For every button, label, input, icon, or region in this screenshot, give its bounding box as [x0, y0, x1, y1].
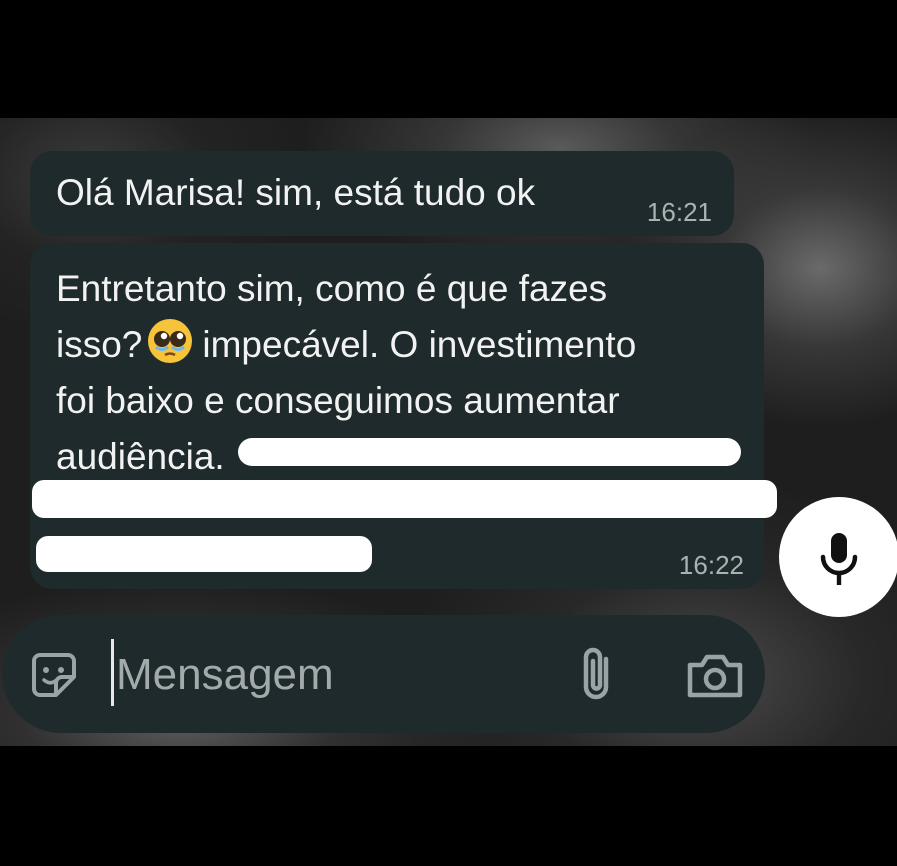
message-line: Entretanto sim, como é que fazes: [56, 268, 608, 309]
microphone-icon: [820, 533, 858, 585]
message-line-part: impecável. O investimento: [202, 324, 637, 365]
sticker-icon[interactable]: [26, 647, 82, 703]
message-composer: [2, 615, 765, 733]
message-line: foi baixo e conseguimos aumentar: [56, 380, 620, 421]
redaction-bar: [32, 480, 777, 518]
camera-icon[interactable]: [686, 653, 744, 699]
message-text: Olá Marisa! sim, está tudo ok: [56, 172, 536, 213]
message-line-part: isso?: [56, 324, 143, 365]
message-bubble[interactable]: Olá Marisa! sim, está tudo ok 16:21: [30, 151, 734, 236]
message-input[interactable]: [116, 645, 536, 705]
text-cursor: [111, 639, 114, 706]
redaction-bar: [238, 438, 741, 466]
chat-screen: Olá Marisa! sim, está tudo ok 16:21 Entr…: [0, 118, 897, 746]
message-timestamp: 16:22: [678, 550, 744, 580]
microphone-button[interactable]: [779, 497, 897, 617]
redaction-bar: [36, 536, 372, 572]
message-line-with-emoji: isso? impecável. O investimento: [56, 317, 746, 373]
paperclip-icon[interactable]: [574, 645, 618, 705]
pleading-face-emoji: [148, 319, 193, 363]
message-timestamp: 16:21: [646, 197, 712, 227]
